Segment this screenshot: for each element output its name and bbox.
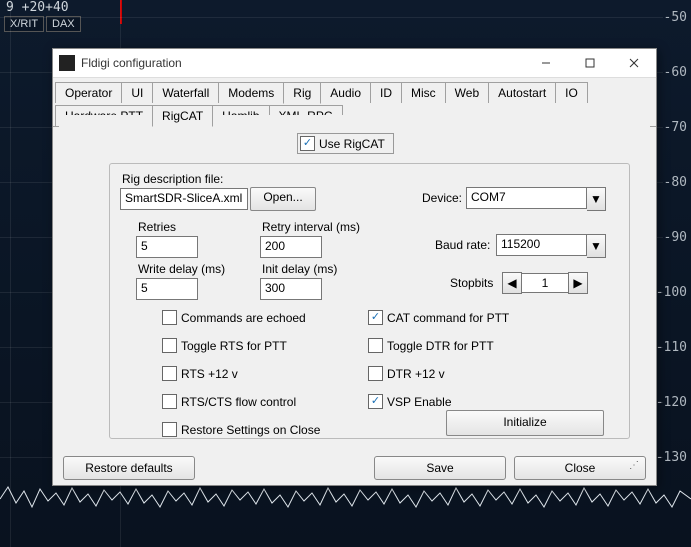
- db-label: -60: [664, 65, 687, 80]
- stopbits-label: Stopbits: [450, 276, 493, 290]
- checkbox-icon: [162, 366, 177, 381]
- titlebar: Fldigi configuration: [53, 49, 656, 78]
- retry-interval-field[interactable]: 200: [260, 236, 322, 258]
- stopbits-spinner[interactable]: ◀ 1 ▶: [502, 272, 588, 294]
- init-delay-label: Init delay (ms): [262, 262, 337, 276]
- initialize-button[interactable]: Initialize: [446, 410, 604, 436]
- checkbox-icon: [368, 394, 383, 409]
- rigcat-group: Rig description file: SmartSDR-SliceA.xm…: [109, 163, 630, 439]
- app-icon: [59, 55, 75, 71]
- checkbox-icon: [300, 136, 315, 151]
- checkbox-icon: [162, 338, 177, 353]
- top-scale-text: 9 +20+40: [6, 0, 69, 15]
- tab-autostart[interactable]: Autostart: [488, 82, 556, 103]
- checkbox-icon: [162, 310, 177, 325]
- use-rigcat-label: Use RigCAT: [319, 137, 385, 151]
- checkbox-icon: [368, 366, 383, 381]
- tab-waterfall[interactable]: Waterfall: [152, 82, 219, 103]
- bottom-bar: Restore defaults Save Close ⋰: [53, 451, 656, 485]
- checkbox-icon: [162, 422, 177, 437]
- chevron-down-icon: ▼: [587, 187, 606, 211]
- tab-rig[interactable]: Rig: [283, 82, 321, 104]
- write-delay-field[interactable]: 5: [136, 278, 198, 300]
- rig-file-label: Rig description file:: [122, 172, 223, 186]
- device-dropdown[interactable]: COM7 ▼: [466, 187, 606, 211]
- option-restore-settings-on-close[interactable]: Restore Settings on Close: [162, 422, 320, 437]
- open-button[interactable]: Open...: [250, 187, 316, 211]
- db-label: -90: [664, 230, 687, 245]
- retry-interval-label: Retry interval (ms): [262, 220, 360, 234]
- baud-dropdown[interactable]: 115200 ▼: [496, 234, 606, 258]
- retries-label: Retries: [138, 220, 176, 234]
- device-label: Device:: [422, 191, 462, 205]
- tab-modems[interactable]: Modems: [218, 82, 284, 103]
- option-cat-command-for-ptt[interactable]: CAT command for PTT: [368, 310, 509, 325]
- save-button[interactable]: Save: [374, 456, 506, 480]
- option-toggle-rts-for-ptt[interactable]: Toggle RTS for PTT: [162, 338, 287, 353]
- restore-defaults-button[interactable]: Restore defaults: [63, 456, 195, 480]
- checkbox-icon: [368, 310, 383, 325]
- close-config-button[interactable]: Close ⋰: [514, 456, 646, 480]
- chevron-down-icon: ▼: [587, 234, 606, 258]
- option-label: VSP Enable: [387, 395, 452, 409]
- resize-grip-icon: ⋰: [629, 460, 639, 471]
- option-label: Commands are echoed: [181, 311, 306, 325]
- spin-right-icon[interactable]: ▶: [568, 272, 588, 294]
- option-rts-12-v[interactable]: RTS +12 v: [162, 366, 238, 381]
- tab-row-main: OperatorUIWaterfallModemsRigAudioIDMiscW…: [53, 78, 656, 103]
- option-label: Toggle DTR for PTT: [387, 339, 494, 353]
- retries-field[interactable]: 5: [136, 236, 198, 258]
- stopbits-value: 1: [521, 273, 569, 293]
- device-value: COM7: [466, 187, 587, 209]
- close-button[interactable]: [612, 49, 656, 77]
- db-label: -70: [664, 120, 687, 135]
- option-vsp-enable[interactable]: VSP Enable: [368, 394, 452, 409]
- option-label: Restore Settings on Close: [181, 423, 320, 437]
- write-delay-label: Write delay (ms): [138, 262, 225, 276]
- option-label: DTR +12 v: [387, 367, 445, 381]
- option-label: RTS/CTS flow control: [181, 395, 296, 409]
- option-label: CAT command for PTT: [387, 311, 509, 325]
- option-dtr-12-v[interactable]: DTR +12 v: [368, 366, 445, 381]
- checkbox-icon: [368, 338, 383, 353]
- tab-rigcat[interactable]: RigCAT: [152, 105, 213, 127]
- init-delay-field[interactable]: 300: [260, 278, 322, 300]
- option-toggle-dtr-for-ptt[interactable]: Toggle DTR for PTT: [368, 338, 494, 353]
- baud-value: 115200: [496, 234, 587, 256]
- config-window: Fldigi configuration OperatorUIWaterfall…: [52, 48, 657, 486]
- tab-id[interactable]: ID: [370, 82, 402, 103]
- option-rts-cts-flow-control[interactable]: RTS/CTS flow control: [162, 394, 296, 409]
- use-rigcat-option[interactable]: Use RigCAT: [297, 133, 394, 154]
- tab-audio[interactable]: Audio: [320, 82, 371, 103]
- rigcat-pane: Use RigCAT Rig description file: SmartSD…: [59, 115, 650, 449]
- tab-misc[interactable]: Misc: [401, 82, 446, 103]
- spin-left-icon[interactable]: ◀: [502, 272, 522, 294]
- tab-ui[interactable]: UI: [121, 82, 153, 103]
- db-label: -50: [664, 10, 687, 25]
- option-commands-are-echoed[interactable]: Commands are echoed: [162, 310, 306, 325]
- option-label: RTS +12 v: [181, 367, 238, 381]
- baud-label: Baud rate:: [435, 238, 490, 252]
- tab-web[interactable]: Web: [445, 82, 489, 103]
- db-label: -80: [664, 175, 687, 190]
- rig-file-field[interactable]: SmartSDR-SliceA.xml: [120, 188, 248, 210]
- dax-button[interactable]: DAX: [46, 16, 81, 32]
- option-label: Toggle RTS for PTT: [181, 339, 287, 353]
- maximize-button[interactable]: [568, 49, 612, 77]
- checkbox-icon: [162, 394, 177, 409]
- tab-operator[interactable]: Operator: [55, 82, 122, 103]
- minimize-button[interactable]: [524, 49, 568, 77]
- tab-io[interactable]: IO: [555, 82, 588, 103]
- window-title: Fldigi configuration: [81, 56, 524, 70]
